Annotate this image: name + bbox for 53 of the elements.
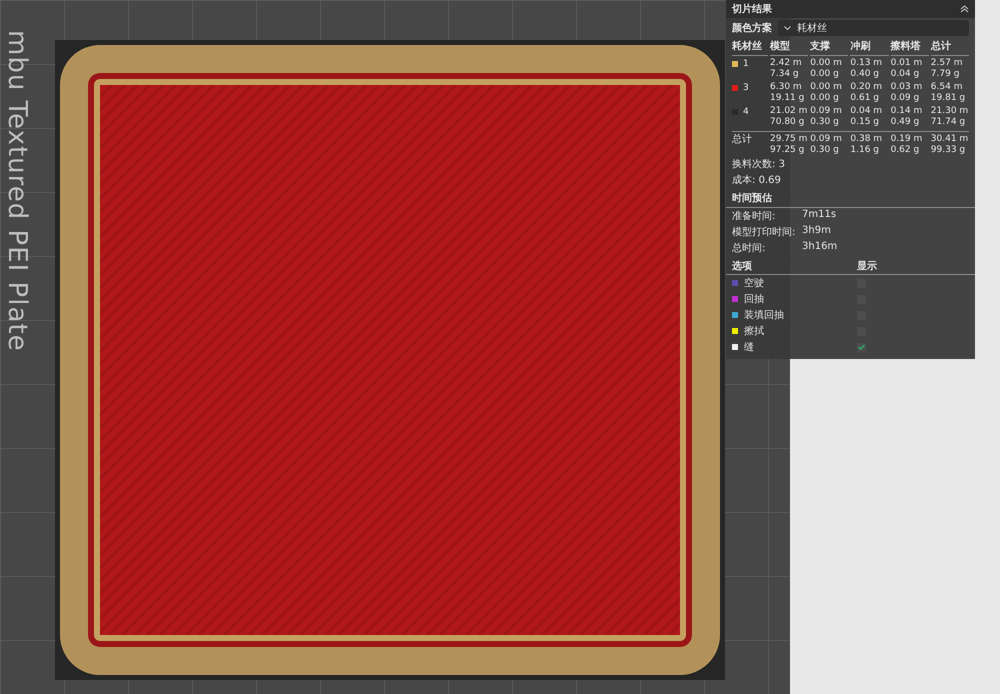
color-scheme-dropdown[interactable]: 耗材丝	[778, 20, 969, 36]
table-cell-text: 0.20 m 0.61 g	[850, 81, 884, 104]
table-cell-text: 0.09 m 0.30 g	[810, 105, 843, 128]
table-cell-text: 0.19 m 0.62 g	[890, 133, 924, 156]
table-cell-text: 2.57 m 7.79 g	[930, 57, 964, 80]
column-header: 冲刷	[850, 38, 889, 56]
table-cell-text: 0.13 m 0.40 g	[850, 57, 884, 80]
table-cell-text: 6.54 m 19.81 g	[930, 81, 966, 104]
plate-label: mbu Textured PEI Plate	[2, 30, 32, 352]
table-cell-text: 0.14 m 0.49 g	[890, 105, 924, 128]
time-label: 准备时间:	[732, 210, 776, 223]
summary-text: 成本: 0.69	[732, 174, 781, 187]
table-cell-text: 0.03 m 0.09 g	[890, 81, 924, 104]
column-header: 擦料塔	[890, 38, 929, 56]
option-label: 回抽	[744, 292, 764, 306]
table-cell-text: 0.00 m 0.00 g	[810, 57, 843, 80]
filament-id: 4	[743, 107, 749, 118]
show-checkbox[interactable]	[857, 342, 866, 352]
table-cell-text: 21.02 m 70.80 g	[770, 105, 808, 128]
summary-text: 换料次数: 3	[732, 158, 785, 171]
time-label: 模型打印时间:	[732, 226, 796, 239]
time-value: 3h16m	[802, 241, 838, 254]
color-scheme-label: 颜色方案	[732, 21, 772, 35]
table-cell-text: 30.41 m 99.33 g	[930, 133, 969, 156]
option-label: 空驶	[744, 276, 764, 290]
table-cell-text: 2.42 m 7.34 g	[770, 57, 803, 80]
panel-title: 切片结果	[732, 2, 772, 16]
column-header: 支撑	[810, 38, 848, 56]
chevron-down-icon	[784, 26, 791, 30]
column-header: 选项	[732, 260, 753, 273]
collapse-icon[interactable]	[960, 5, 969, 13]
time-value: 7m11s	[802, 209, 838, 222]
table-cell-text: 29.75 m 97.25 g	[770, 133, 808, 156]
table-cell-text: 0.04 m 0.15 g	[850, 105, 884, 128]
column-header: 模型	[770, 38, 808, 56]
total-label: 总计	[732, 132, 753, 147]
column-header: 显示	[857, 260, 878, 273]
option-label: 装填回抽	[744, 308, 784, 322]
time-value: 3h9m	[802, 225, 832, 238]
table-cell-text: 0.09 m 0.30 g	[810, 133, 843, 156]
section-title: 时间预估	[726, 188, 975, 208]
table-cell-text: 0.38 m 1.16 g	[850, 133, 884, 156]
filament-id: 1	[743, 59, 749, 70]
option-label: 擦拭	[744, 324, 764, 338]
filament-id: 3	[743, 83, 749, 94]
table-cell-text: 6.30 m 19.11 g	[770, 81, 806, 104]
option-label: 缝	[744, 341, 754, 354]
table-cell-text: 0.00 m 0.00 g	[810, 81, 843, 104]
table-cell-text: 21.30 m 71.74 g	[930, 105, 969, 128]
time-label: 总时间:	[732, 242, 766, 255]
column-header: 总计	[930, 38, 969, 56]
column-header: 耗材丝	[732, 38, 768, 56]
table-cell-text: 0.01 m 0.04 g	[890, 57, 924, 80]
